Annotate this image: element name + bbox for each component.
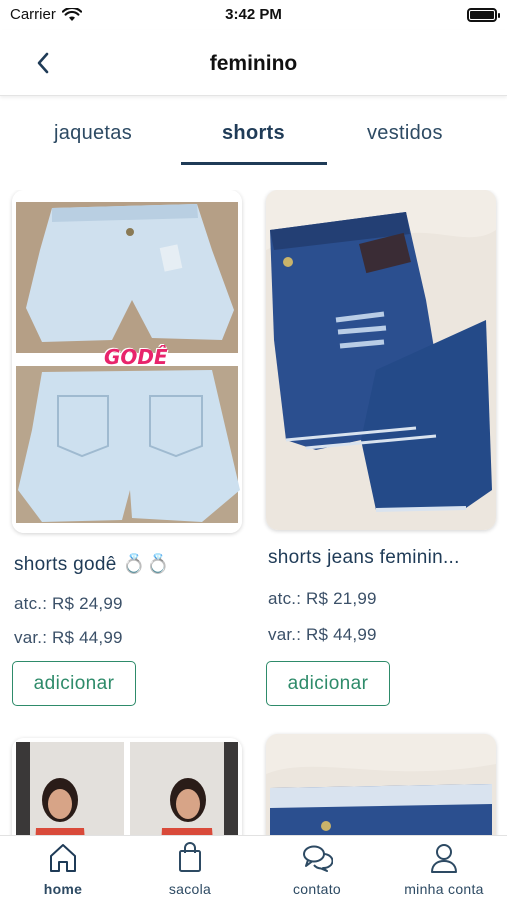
tab-bar-label: home [43,881,83,897]
tab-bar-label: minha conta [404,881,484,897]
home-icon [50,844,76,872]
product-image[interactable] [12,738,242,835]
product-photo-dress [12,738,242,835]
active-tab-indicator [181,162,327,165]
product-image[interactable] [266,190,496,530]
add-to-cart-button[interactable]: adicionar [266,661,390,706]
tab-bar-label: contato [292,881,342,897]
tab-bar-sacola[interactable]: sacola [135,842,245,898]
tab-bar-label: sacola [168,881,212,897]
product-name: shorts godê 💍💍 [14,554,171,575]
price-var: var.: R$ 44,99 [268,625,377,644]
gode-badge: GODÊ [104,345,168,369]
tab-bar-home[interactable]: home [8,842,118,898]
add-to-cart-button[interactable]: adicionar [12,661,136,706]
price-atc: atc.: R$ 21,99 [268,589,377,608]
product-photo-jeans-shorts [266,190,496,530]
status-time: 3:42 PM [225,6,282,23]
battery-icon [467,8,500,22]
product-name: shorts jeans feminin... [268,547,460,568]
tab-shorts[interactable]: shorts [222,122,285,145]
chat-icon [303,845,333,872]
product-grid: GODÊ shorts godê 💍💍 atc.: R$ 24,99 var.:… [0,190,507,835]
shopping-bag-icon [179,842,201,872]
tab-vestidos[interactable]: vestidos [367,122,443,145]
tab-jaquetas[interactable]: jaquetas [54,122,132,145]
price-var: var.: R$ 44,99 [14,628,123,647]
product-image[interactable]: GODÊ [12,190,242,533]
product-photo-jeans-shorts-2 [266,734,496,835]
tab-bar-minha-conta[interactable]: minha conta [389,842,499,898]
product-image[interactable] [266,734,496,835]
status-bar: Carrier 3:42 PM [0,0,507,30]
price-atc: atc.: R$ 24,99 [14,594,123,613]
nav-header: feminino [0,30,507,96]
page-title: feminino [209,52,298,75]
category-tabs: jaquetas shorts vestidos [0,110,507,168]
tab-bar-contato[interactable]: contato [262,842,372,898]
bottom-tab-bar: home sacola contato minha conta [0,835,507,900]
user-icon [431,844,457,873]
